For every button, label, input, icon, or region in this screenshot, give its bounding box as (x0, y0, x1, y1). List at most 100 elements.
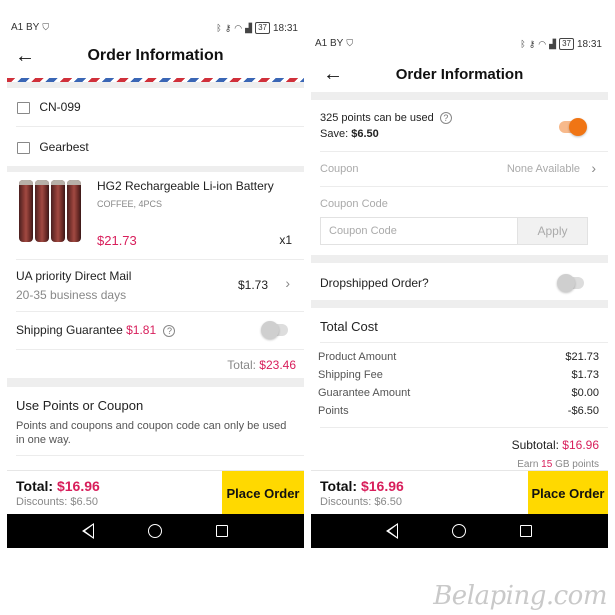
order-id: CN-099 (39, 100, 81, 114)
place-order-button[interactable]: Place Order (222, 471, 304, 515)
watermark: Belaping.com (433, 581, 607, 611)
points-text: 325 points can be used (320, 112, 434, 124)
store-row[interactable]: Gearbest (17, 140, 304, 154)
earn-prefix: Earn (517, 459, 539, 470)
cost-label: Shipping Fee (318, 369, 383, 381)
nav-recents-icon[interactable] (216, 525, 228, 537)
divider (320, 427, 608, 428)
save-label: Save: (320, 128, 349, 140)
wifi-icon: ◠ (538, 38, 547, 49)
cost-label: Points (318, 405, 349, 417)
clock: 18:31 (576, 38, 602, 50)
divider (16, 311, 304, 312)
earn-value: 15 (541, 459, 553, 470)
nav-recents-icon[interactable] (520, 525, 532, 537)
save-value: $6.50 (351, 128, 379, 140)
bluetooth-icon: ᛒ (216, 23, 222, 33)
help-icon[interactable]: ? (439, 112, 452, 125)
guarantee-toggle[interactable] (261, 321, 288, 339)
key-icon: ⚷ (528, 38, 536, 49)
discounts-text: Discounts: $6.50 (320, 496, 402, 508)
divider (16, 259, 304, 260)
status-bar: A1 BY ⛉ ᛒ ⚷ ◠ ▟ 37 18:31 (7, 8, 304, 36)
bottom-bar: Total: $16.96 Discounts: $6.50 Place Ord… (7, 470, 304, 515)
key-icon: ⚷ (224, 22, 232, 33)
subtotal: Subtotal: $16.96 (512, 438, 599, 452)
divider (320, 186, 608, 187)
bottom-total: Total: $16.96 (16, 478, 100, 494)
divider (320, 342, 608, 343)
subtotal-label: Subtotal: (511, 438, 559, 452)
guarantee-price: $1.81 (126, 323, 157, 337)
section-gap (7, 378, 304, 387)
earn-suffix: GB points (555, 459, 599, 470)
subtotal-value: $16.96 (562, 438, 599, 452)
cost-row-points: Points -$6.50 (318, 405, 599, 417)
product-price: $21.73 (97, 233, 137, 248)
guarantee-label: Shipping Guarantee (16, 323, 123, 337)
bottom-bar: Total: $16.96 Discounts: $6.50 Place Ord… (311, 470, 608, 515)
section-gap (311, 92, 608, 100)
bottom-total: Total: $16.96 (320, 478, 404, 494)
chevron-right-icon: › (285, 275, 290, 291)
nav-home-icon[interactable] (452, 524, 466, 538)
divider (16, 349, 304, 350)
help-icon[interactable]: ? (163, 324, 176, 337)
bottom-total-label: Total: (16, 478, 54, 494)
coupon-value: None Available (506, 163, 580, 175)
left-total: Total: $23.46 (227, 358, 296, 372)
signal-icon: ▟ (245, 22, 253, 33)
page-title: Order Information (87, 47, 224, 64)
section-gap (311, 300, 608, 308)
left-screen: A1 BY ⛉ ᛒ ⚷ ◠ ▟ 37 18:31 ← Order Informa… (7, 8, 304, 548)
points-section-desc: Points and coupons and coupon code can o… (16, 420, 287, 446)
nav-back-icon[interactable] (82, 523, 94, 539)
total-cost-title: Total Cost (320, 319, 378, 334)
bluetooth-icon: ᛒ (520, 39, 526, 49)
dropship-toggle[interactable] (557, 274, 584, 292)
product-name[interactable]: HG2 Rechargeable Li-ion Battery (97, 179, 296, 193)
apply-button[interactable]: Apply (517, 217, 588, 245)
divider (16, 126, 304, 127)
house-icon (17, 101, 30, 114)
cost-row-shipping: Shipping Fee $1.73 (318, 369, 599, 381)
shield-icon: ⛉ (346, 38, 354, 48)
cost-value: $0.00 (571, 387, 599, 399)
earn-points: Earn 15 GB points (517, 459, 599, 470)
clock: 18:31 (272, 22, 298, 34)
nav-back-icon[interactable] (386, 523, 398, 539)
cost-value: -$6.50 (567, 405, 599, 417)
product-variant: COFFEE, 4PCS (97, 199, 163, 209)
discounts-text: Discounts: $6.50 (16, 496, 98, 508)
divider (16, 455, 304, 456)
bottom-total-label: Total: (320, 478, 358, 494)
bottom-total-value: $16.96 (56, 478, 100, 494)
cost-label: Product Amount (318, 351, 397, 363)
shield-icon: ⛉ (42, 22, 50, 32)
battery-icon: 37 (559, 38, 574, 50)
back-arrow-icon[interactable]: ← (323, 64, 343, 84)
cost-value: $21.73 (565, 351, 599, 363)
shipping-price: $1.73 (237, 278, 268, 292)
coupon-code-label: Coupon Code (320, 198, 388, 210)
back-arrow-icon[interactable]: ← (15, 46, 35, 66)
cost-value: $1.73 (571, 369, 599, 381)
total-value: $23.46 (259, 358, 296, 372)
app-bar: ← Order Information (311, 57, 608, 91)
chevron-right-icon: › (591, 160, 596, 176)
status-bar: A1 BY ⛉ ᛒ ⚷ ◠ ▟ 37 18:31 (311, 31, 608, 59)
order-id-row: CN-099 (17, 100, 304, 114)
place-order-button[interactable]: Place Order (528, 471, 608, 515)
nav-home-icon[interactable] (148, 524, 162, 538)
android-nav-bar (7, 514, 304, 548)
app-bar: ← Order Information (7, 39, 304, 73)
bottom-total-value: $16.96 (360, 478, 404, 494)
carrier-label: A1 BY (315, 38, 344, 49)
points-toggle[interactable] (559, 118, 587, 136)
section-gap (311, 255, 608, 263)
coupon-code-input[interactable]: Coupon Code (320, 217, 518, 245)
carrier-label: A1 BY (11, 22, 40, 33)
page-title: Order Information (395, 65, 524, 83)
wifi-icon: ◠ (234, 22, 243, 33)
store-icon (17, 141, 30, 154)
